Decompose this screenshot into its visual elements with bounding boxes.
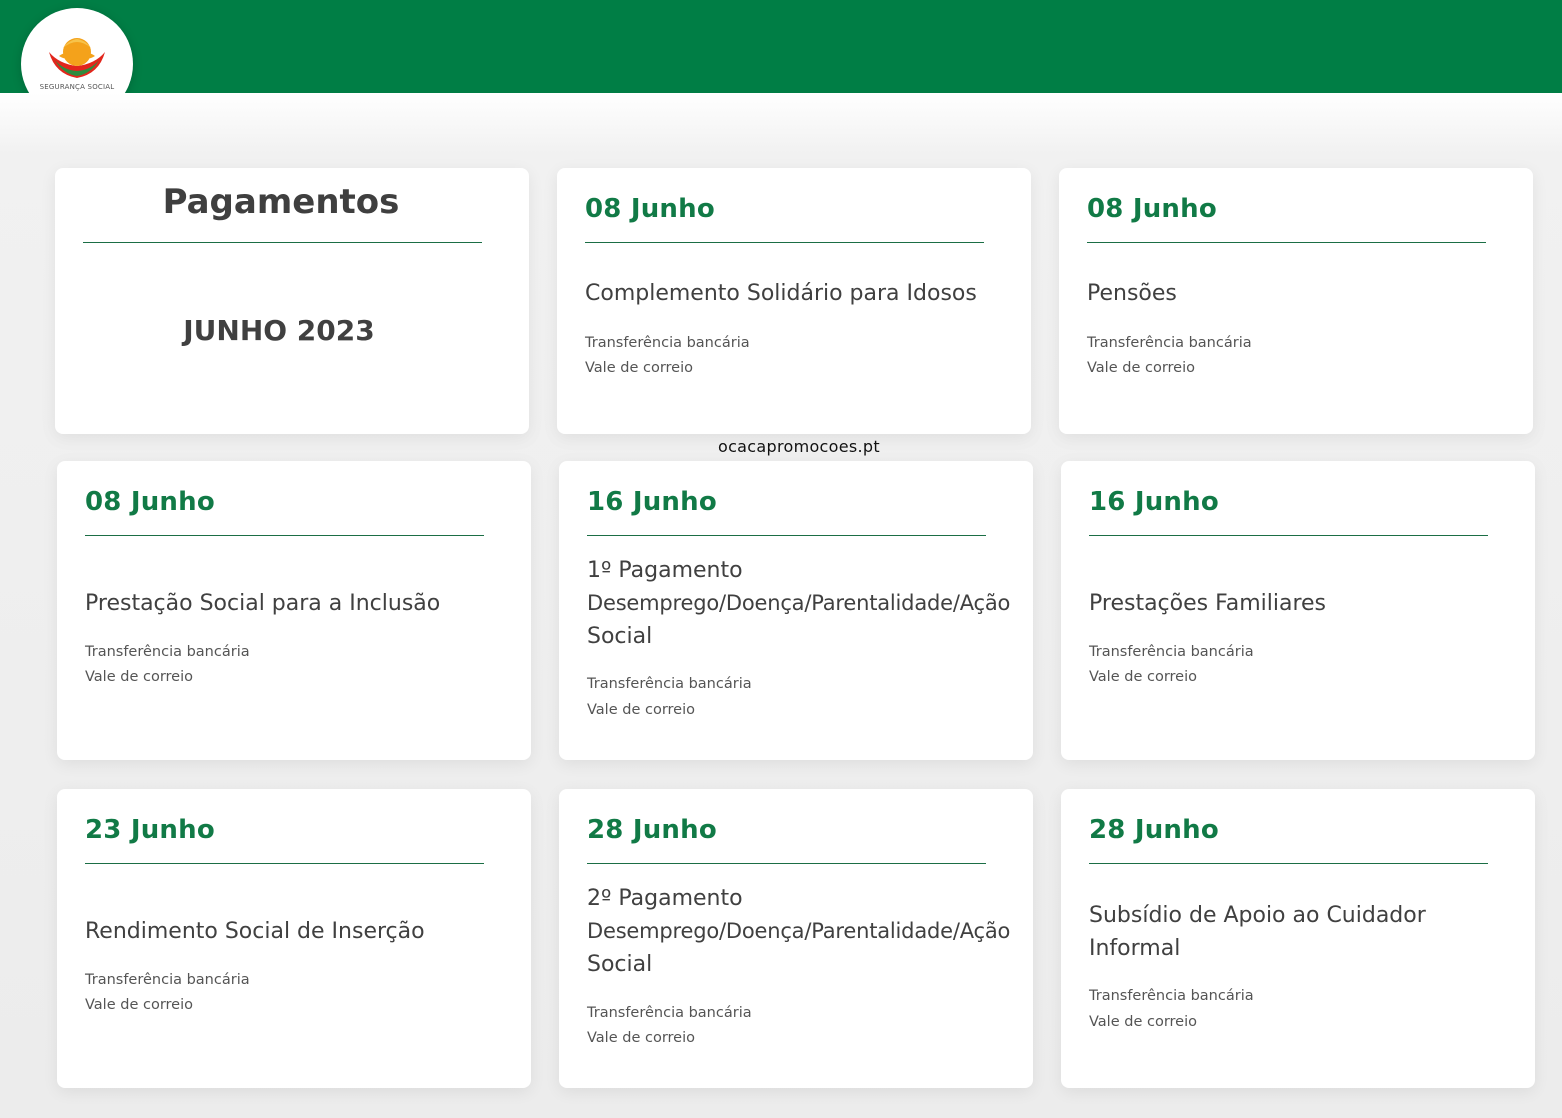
payment-date: 08 Junho — [1087, 194, 1217, 224]
payment-method: Transferência bancária — [1089, 644, 1254, 660]
top-bar — [0, 0, 1562, 93]
payment-card[interactable]: 16 Junho 1º Pagamento Desemprego/Doença/… — [559, 461, 1033, 760]
payment-method: Transferência bancária — [1087, 335, 1252, 351]
payment-method: Transferência bancária — [587, 676, 752, 692]
payment-date: 28 Junho — [587, 815, 717, 845]
logo-text: SEGURANÇA SOCIAL — [39, 83, 115, 91]
payment-method: Transferência bancária — [585, 335, 750, 351]
payment-method: Vale de correio — [585, 360, 693, 376]
payment-title-line: Social — [587, 952, 653, 977]
payment-method: Vale de correio — [587, 702, 695, 718]
divider — [585, 242, 984, 243]
payment-title-line: 1º Pagamento — [587, 558, 743, 583]
payment-card[interactable]: 23 Junho Rendimento Social de Inserção T… — [57, 789, 531, 1088]
content-area: Pagamentos JUNHO 2023 08 Junho Complemen… — [0, 93, 1562, 1118]
payment-date: 08 Junho — [585, 194, 715, 224]
divider — [587, 863, 986, 864]
divider — [1087, 242, 1486, 243]
payment-title: Prestações Familiares — [1089, 591, 1327, 616]
payment-card[interactable]: 28 Junho Subsídio de Apoio ao Cuidador I… — [1061, 789, 1535, 1088]
payment-title: Rendimento Social de Inserção — [85, 919, 425, 944]
payment-title: Complemento Solidário para Idosos — [585, 281, 977, 306]
month-label: JUNHO 2023 — [183, 314, 375, 347]
payment-method: Transferência bancária — [85, 972, 250, 988]
payment-card[interactable]: 16 Junho Prestações Familiares Transferê… — [1061, 461, 1535, 760]
payment-method: Vale de correio — [85, 997, 193, 1013]
divider — [85, 535, 484, 536]
payment-method: Transferência bancária — [85, 644, 250, 660]
logo-emblem-icon — [49, 38, 105, 78]
page-title: Pagamentos — [162, 182, 400, 222]
payment-title: Pensões — [1087, 281, 1177, 306]
divider — [1089, 535, 1488, 536]
payment-method: Vale de correio — [85, 669, 193, 685]
payment-method: Vale de correio — [587, 1030, 695, 1046]
divider — [85, 863, 484, 864]
payment-date: 16 Junho — [1089, 487, 1219, 517]
payment-date: 16 Junho — [587, 487, 717, 517]
payment-method: Vale de correio — [1089, 669, 1197, 685]
payment-card[interactable]: 08 Junho Pensões Transferência bancária … — [1059, 168, 1533, 434]
payment-title-line: Informal — [1089, 936, 1181, 961]
payment-date: 08 Junho — [85, 487, 215, 517]
payment-method: Vale de correio — [1087, 360, 1195, 376]
payment-card[interactable]: 08 Junho Complemento Solidário para Idos… — [557, 168, 1031, 434]
watermark-text: ocacapromocoes.pt — [718, 437, 880, 456]
payment-date: 28 Junho — [1089, 815, 1219, 845]
payment-date: 23 Junho — [85, 815, 215, 845]
divider — [83, 242, 482, 243]
payment-method: Transferência bancária — [1089, 988, 1254, 1004]
payment-method: Vale de correio — [1089, 1014, 1197, 1030]
payment-method: Transferência bancária — [587, 1005, 752, 1021]
payment-title-line: Desemprego/Doença/Parentalidade/Ação — [587, 919, 1011, 943]
divider — [587, 535, 986, 536]
payment-title-line: Social — [587, 624, 653, 649]
payment-card[interactable]: 08 Junho Prestação Social para a Inclusã… — [57, 461, 531, 760]
payment-title-line: Subsídio de Apoio ao Cuidador — [1089, 903, 1426, 928]
divider — [1089, 863, 1488, 864]
payment-card[interactable]: 28 Junho 2º Pagamento Desemprego/Doença/… — [559, 789, 1033, 1088]
payment-title: Prestação Social para a Inclusão — [85, 591, 441, 616]
payment-title-line: 2º Pagamento — [587, 886, 743, 911]
payment-title-line: Desemprego/Doença/Parentalidade/Ação — [587, 591, 1011, 615]
header-card: Pagamentos JUNHO 2023 — [55, 168, 529, 434]
